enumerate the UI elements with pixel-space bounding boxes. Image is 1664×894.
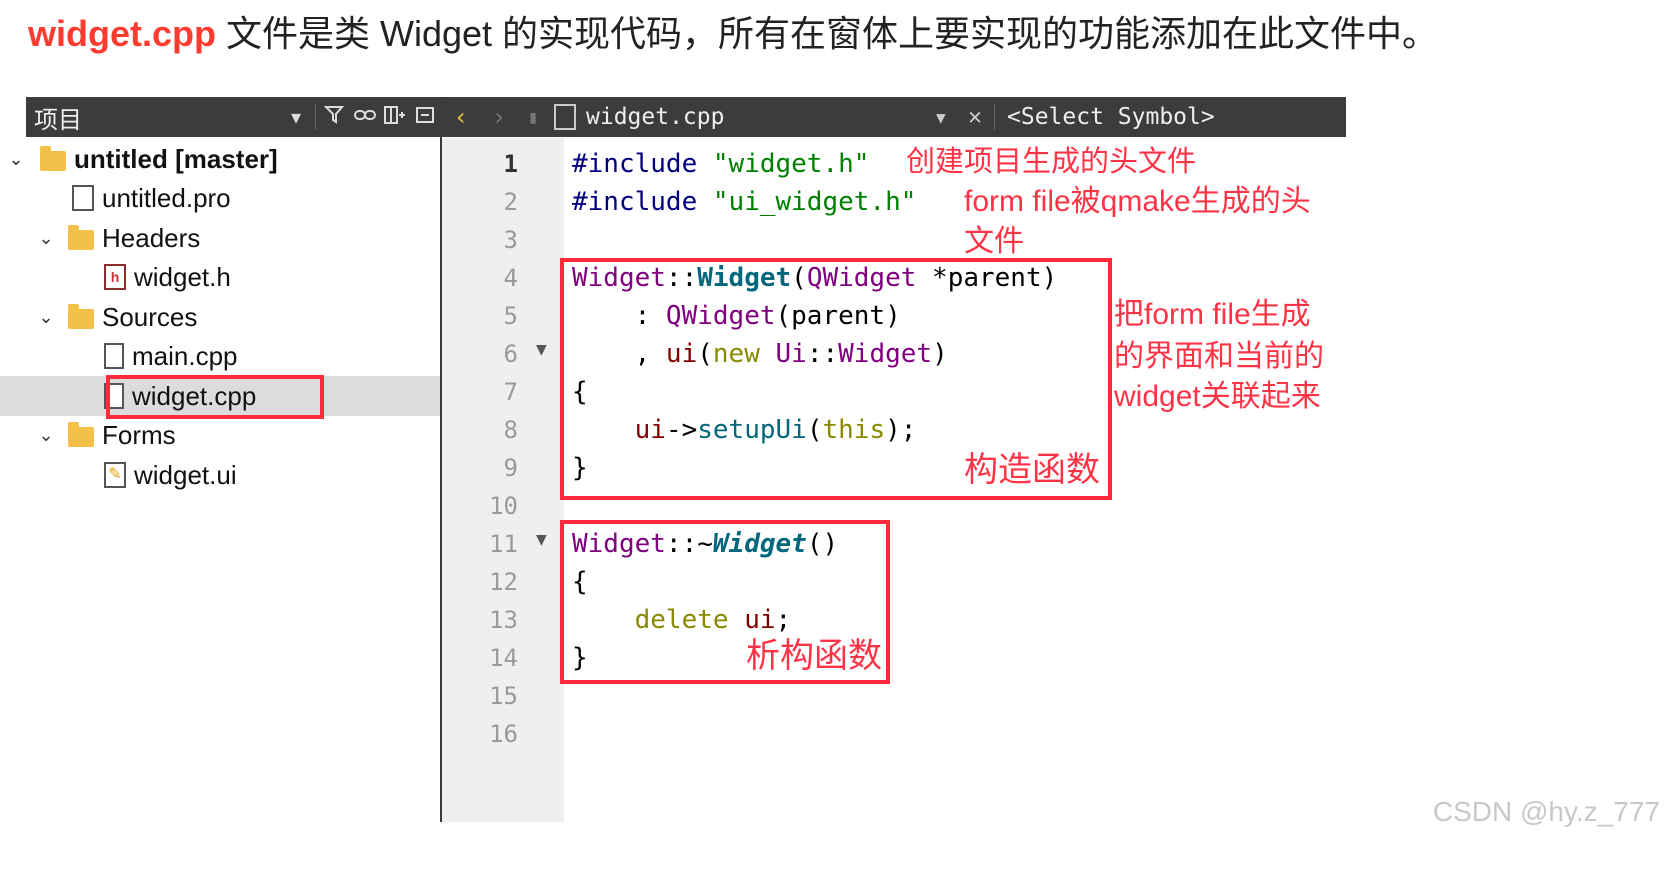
heading-text: 文件是类 Widget 的实现代码，所有在窗体上要实现的功能添加在此文件中。 <box>216 13 1439 54</box>
tree-item-label: Sources <box>102 301 198 332</box>
fold-arrow-icon[interactable]: ▼ <box>536 532 547 548</box>
page-heading: widget.cpp 文件是类 Widget 的实现代码，所有在窗体上要实现的功… <box>28 10 1438 58</box>
line-number: 9 <box>503 454 518 482</box>
pro-file-icon <box>72 185 94 211</box>
line-number: 16 <box>489 720 518 748</box>
code-token: "ui_widget.h" <box>712 187 917 217</box>
editor-file-name[interactable]: widget.cpp <box>586 104 936 130</box>
headers-folder-icon <box>68 225 94 250</box>
chevron-down-icon[interactable]: ⌄ <box>6 149 26 170</box>
line-number: 7 <box>503 378 518 406</box>
code-token: "widget.h" <box>712 149 870 179</box>
file-dropdown-icon[interactable]: ▼ <box>936 108 960 127</box>
header-file-icon: h <box>104 264 126 290</box>
line-number: 14 <box>489 644 518 672</box>
tree-item-project-root[interactable]: ⌄ untitled [master] <box>0 139 420 179</box>
filter-icon[interactable] <box>320 104 350 131</box>
back-arrow-icon[interactable]: ‹ <box>442 103 480 131</box>
link-annotation-line2: 的界面和当前的 <box>1114 340 1324 373</box>
document-icon <box>554 104 576 130</box>
line-number: 3 <box>503 226 518 254</box>
tree-item-label: Forms <box>102 419 176 450</box>
link-annotation-line3: widget关联起来 <box>1114 380 1321 413</box>
lock-icon[interactable]: ▮ <box>518 107 548 128</box>
tree-item-sources[interactable]: ⌄ Sources <box>0 297 450 337</box>
tree-item-label: untitled.pro <box>102 182 231 213</box>
forms-folder-icon <box>68 422 94 447</box>
project-panel-toolbar: 项目 ▾ <box>26 97 440 137</box>
collapse-icon[interactable] <box>410 104 440 131</box>
code-line-2: #include "ui_widget.h" <box>572 183 916 221</box>
tree-item-forms[interactable]: ⌄ Forms <box>0 415 450 455</box>
cpp-file-icon <box>104 343 124 369</box>
chevron-down-icon[interactable]: ⌄ <box>36 425 56 446</box>
line-number: 4 <box>503 264 518 292</box>
tree-item-label: Headers <box>102 222 201 253</box>
highlight-box-widget-cpp <box>106 375 324 419</box>
include-annotation: 创建项目生成的头文件 <box>906 146 1197 178</box>
line-number: 6 <box>503 340 518 368</box>
code-token: #include <box>572 187 698 217</box>
qt-project-folder-icon <box>40 146 66 171</box>
tree-item-label: widget.ui <box>134 459 237 490</box>
link-annotation-line1: 把form file生成 <box>1114 298 1311 331</box>
code-line-1: #include "widget.h" <box>572 145 869 183</box>
line-number: 13 <box>489 606 518 634</box>
tree-item-pro-file[interactable]: untitled.pro <box>0 178 486 218</box>
view-dropdown-icon[interactable]: ▾ <box>281 105 311 129</box>
forward-arrow-icon[interactable]: › <box>480 103 518 131</box>
tree-item-label: widget.h <box>134 261 231 292</box>
watermark: CSDN @hy.z_777 <box>1432 796 1660 827</box>
fold-arrow-icon[interactable]: ▼ <box>536 342 547 358</box>
code-token: #include <box>572 149 698 179</box>
destructor-label: 析构函数 <box>746 637 882 675</box>
project-panel-title: 项目 <box>34 105 82 134</box>
line-number: 2 <box>503 188 518 216</box>
tree-item-headers[interactable]: ⌄ Headers <box>0 218 450 258</box>
form-header-annotation-line1: form file被qmake生成的头 <box>964 185 1311 218</box>
chevron-down-icon[interactable]: ⌄ <box>36 228 56 249</box>
line-number: 10 <box>489 492 518 520</box>
line-number: 1 <box>503 150 518 178</box>
heading-filename: widget.cpp <box>28 13 216 54</box>
line-number: 11 <box>489 530 518 558</box>
sources-folder-icon <box>68 304 94 329</box>
split-add-icon[interactable] <box>380 104 410 131</box>
link-icon[interactable] <box>350 104 380 131</box>
close-icon[interactable]: ✕ <box>960 104 990 130</box>
tree-item-label: main.cpp <box>132 340 238 371</box>
tree-item-label: untitled [master] <box>74 143 278 174</box>
toolbar-separator <box>315 104 316 130</box>
line-number: 8 <box>503 416 518 444</box>
line-number: 5 <box>503 302 518 330</box>
symbol-selector[interactable]: <Select Symbol> <box>999 104 1215 130</box>
constructor-label: 构造函数 <box>964 451 1100 489</box>
ui-file-icon: ✎ <box>104 462 126 488</box>
chevron-down-icon[interactable]: ⌄ <box>36 307 56 328</box>
line-number: 12 <box>489 568 518 596</box>
form-header-annotation-line2: 文件 <box>964 225 1024 258</box>
editor-toolbar: ‹ › ▮ widget.cpp ▼ ✕ <Select Symbol> <box>442 97 1346 137</box>
line-number: 15 <box>489 682 518 710</box>
toolbar-separator <box>994 104 995 130</box>
